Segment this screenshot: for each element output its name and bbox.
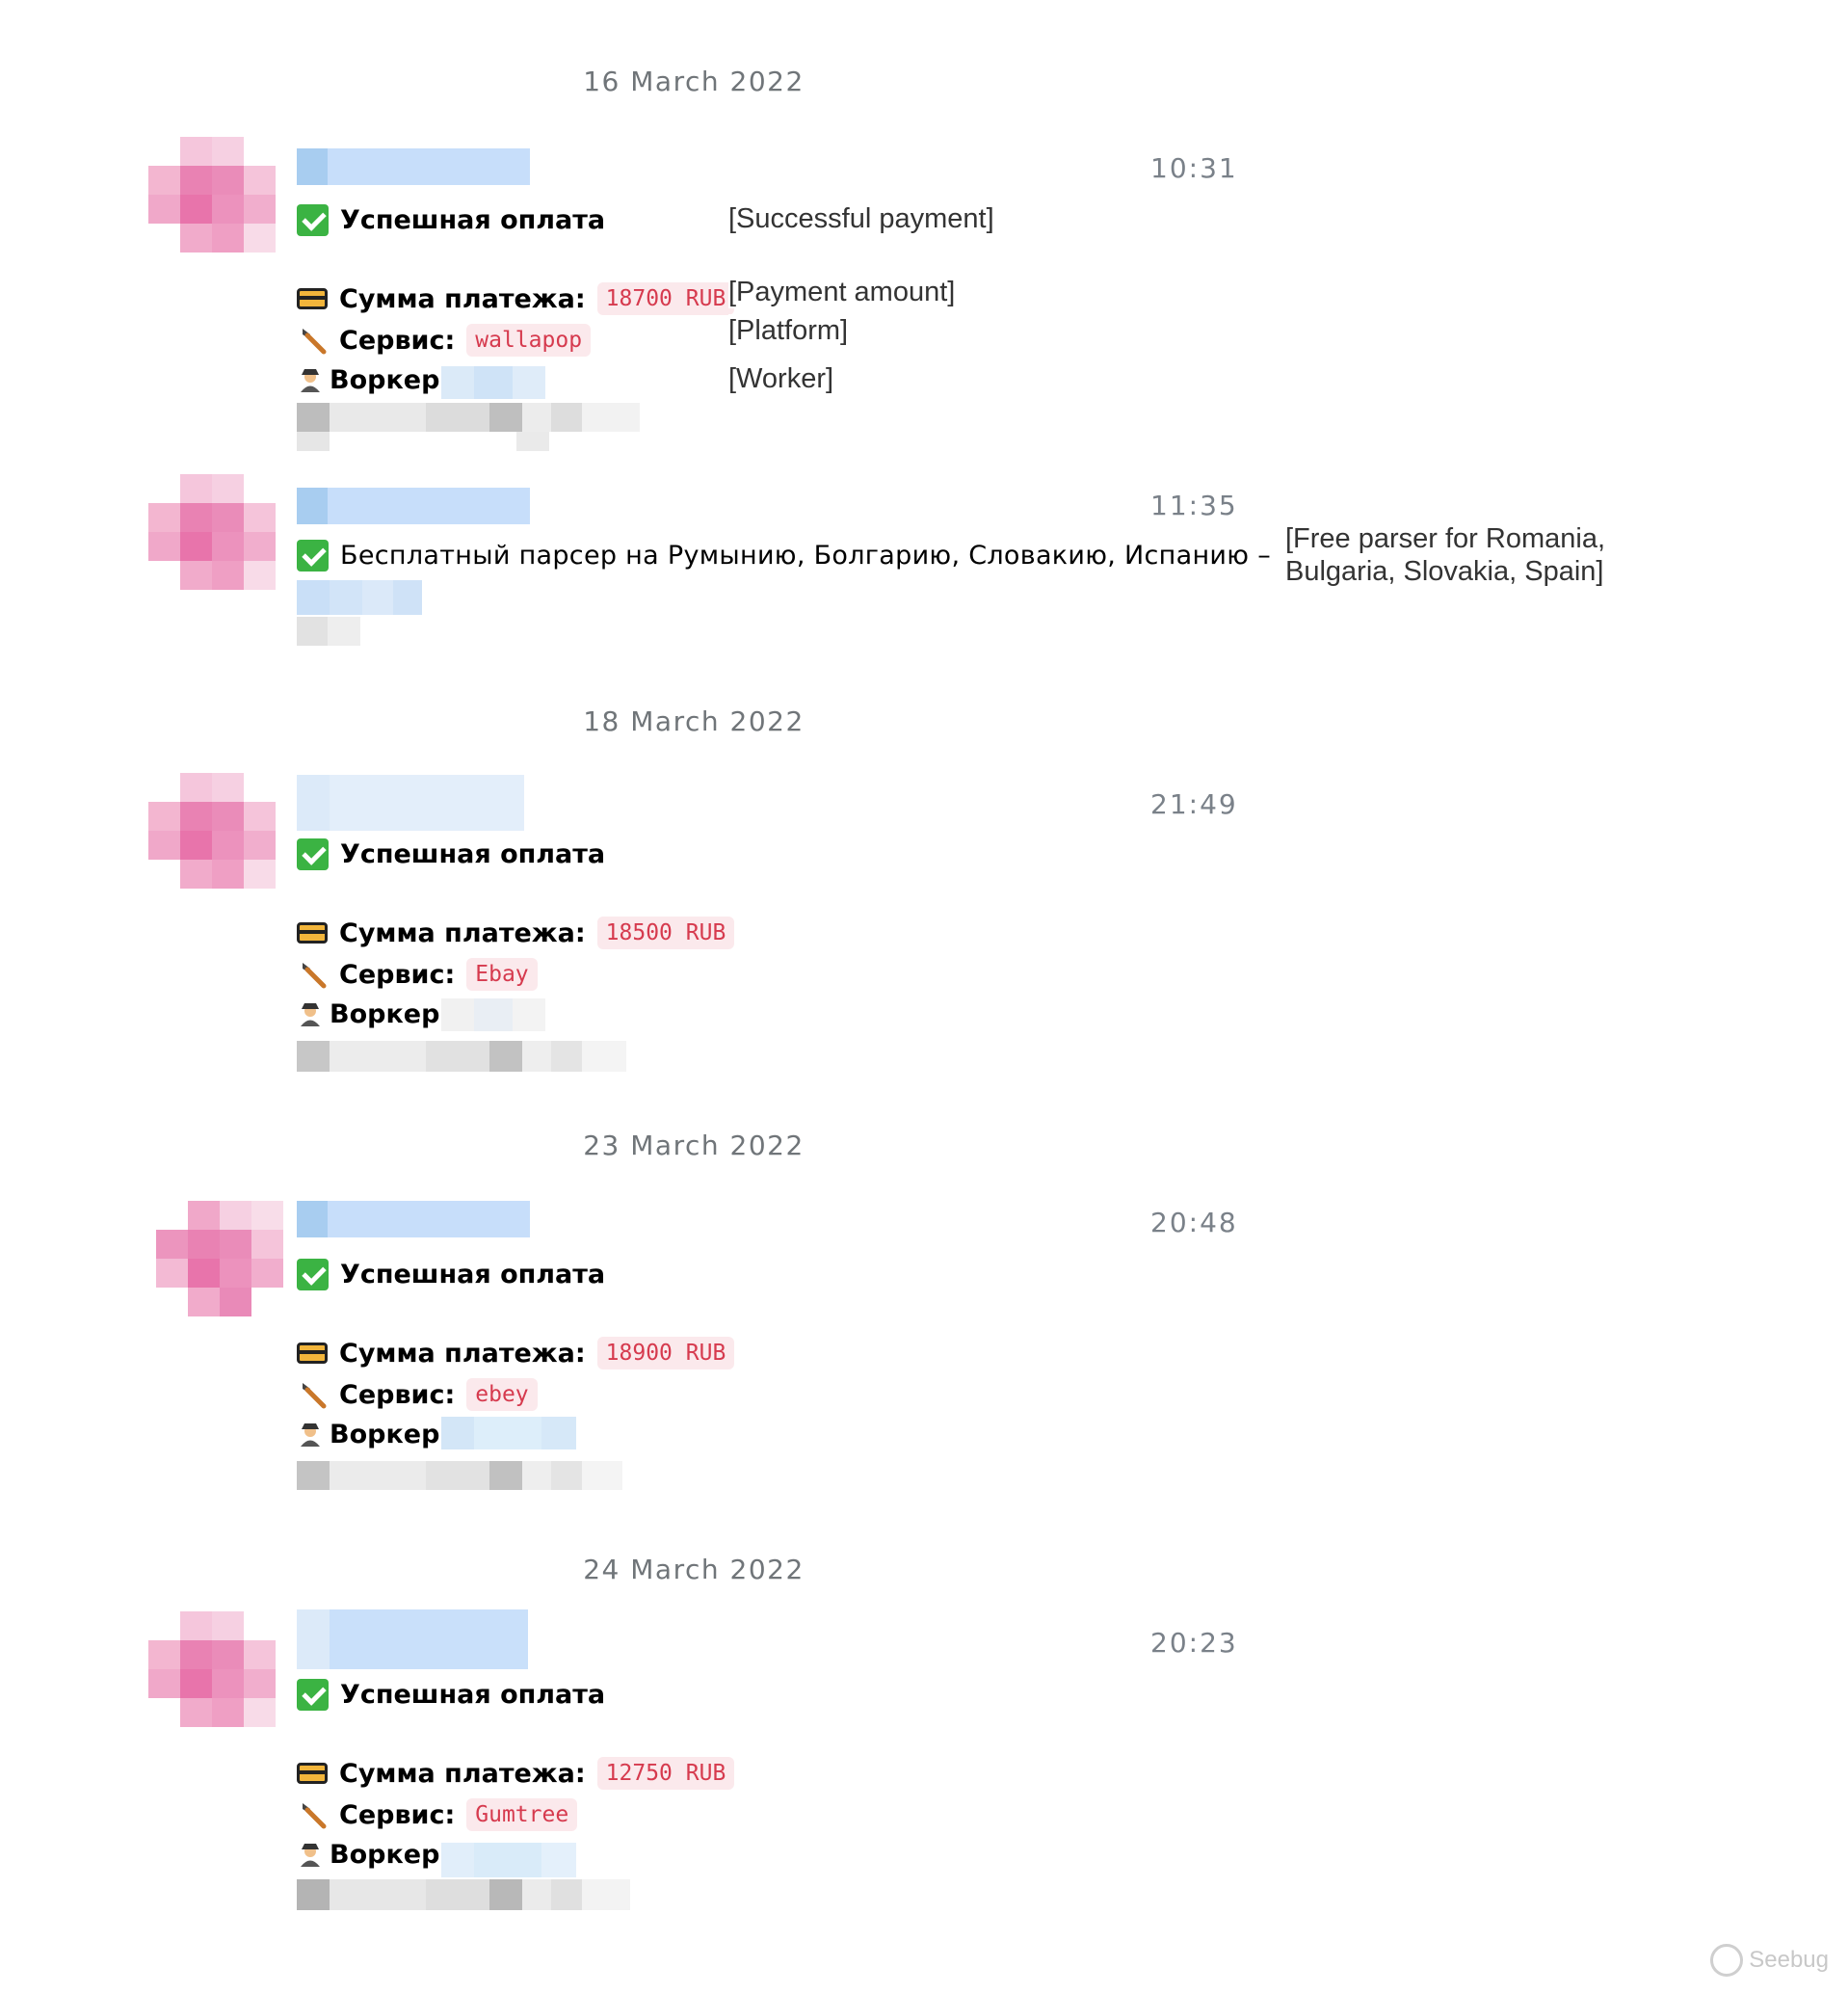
worker-line: Воркер: — [297, 995, 450, 1033]
wrench-icon — [303, 1803, 327, 1829]
amount-line: Сумма платежа: 18900 RUB — [297, 1334, 735, 1372]
detective-icon — [301, 1423, 320, 1447]
wrench-icon — [303, 1383, 327, 1409]
sender-name-redacted[interactable] — [297, 488, 530, 524]
service-line: Сервис: wallapop — [297, 321, 592, 359]
amount-label: Сумма платежа: — [339, 1758, 586, 1789]
amount-label: Сумма платежа: — [339, 917, 586, 948]
worker-line: Воркер: — [297, 360, 450, 399]
service-label: Сервис: — [339, 1379, 456, 1410]
detective-icon — [301, 1844, 320, 1867]
worker-line: Воркер: — [297, 1835, 450, 1874]
service-line: Сервис: Gumtree — [297, 1795, 578, 1834]
watermark-text: Seebug — [1749, 1947, 1829, 1973]
message-text: Бесплатный парсер на Румынию, Болгарию, … — [340, 540, 1271, 571]
status-text: Успешная оплата — [340, 1259, 606, 1289]
service-value[interactable]: Gumtree — [466, 1798, 578, 1831]
worker-label: Воркер: — [330, 1419, 451, 1449]
service-label: Сервис: — [339, 959, 456, 990]
service-label: Сервис: — [339, 325, 456, 356]
annotation-payment-amount: [Payment amount] — [728, 276, 956, 308]
worker-name-redacted[interactable] — [441, 1417, 576, 1449]
annotation-platform: [Platform] — [728, 314, 849, 347]
redacted-text — [297, 432, 549, 451]
watermark: Seebug — [1710, 1944, 1829, 1977]
service-value[interactable]: ebey — [466, 1378, 538, 1411]
redacted-text — [297, 1041, 626, 1072]
amount-value[interactable]: 18500 RUB — [596, 917, 735, 949]
worker-name-redacted[interactable] — [441, 998, 545, 1031]
amount-value[interactable]: 12750 RUB — [596, 1757, 735, 1790]
message-time: 20:48 — [1150, 1207, 1238, 1238]
redacted-text — [297, 1461, 622, 1490]
date-separator: 23 March 2022 — [583, 1130, 805, 1161]
message-text-line: Бесплатный парсер на Румынию, Болгарию, … — [297, 536, 1271, 574]
status-text: Успешная оплата — [340, 1679, 606, 1710]
amount-line: Сумма платежа: 18700 RUB — [297, 279, 735, 318]
sender-avatar[interactable] — [148, 1611, 276, 1727]
service-value[interactable]: Ebay — [466, 958, 538, 991]
wrench-icon — [303, 963, 327, 989]
status-line: Успешная оплата — [297, 835, 605, 873]
worker-name-redacted[interactable] — [441, 366, 545, 399]
detective-icon — [301, 1003, 320, 1026]
amount-line: Сумма платежа: 18500 RUB — [297, 914, 735, 952]
sender-avatar[interactable] — [148, 474, 276, 590]
sender-avatar[interactable] — [156, 1201, 283, 1316]
sender-name-redacted[interactable] — [297, 1609, 528, 1669]
date-separator: 24 March 2022 — [583, 1554, 805, 1585]
worker-label: Воркер: — [330, 998, 451, 1029]
worker-label: Воркер: — [330, 364, 451, 395]
status-text: Успешная оплата — [340, 838, 606, 869]
worker-label: Воркер: — [330, 1839, 451, 1870]
status-text: Успешная оплата — [340, 204, 606, 235]
date-separator: 18 March 2022 — [583, 705, 805, 737]
worker-line: Воркер: — [297, 1415, 450, 1453]
status-line: Успешная оплата — [297, 1255, 605, 1293]
redacted-text — [297, 1879, 630, 1910]
message-time: 11:35 — [1150, 490, 1238, 521]
check-mark-icon — [297, 203, 329, 236]
sender-avatar[interactable] — [148, 773, 276, 889]
sender-avatar[interactable] — [148, 137, 276, 253]
redacted-text — [297, 403, 640, 432]
amount-label: Сумма платежа: — [339, 283, 586, 314]
redacted-link[interactable] — [297, 580, 422, 615]
amount-value[interactable]: 18700 RUB — [596, 282, 735, 315]
credit-card-icon — [297, 288, 328, 309]
message-time: 20:23 — [1150, 1627, 1238, 1659]
status-line: Успешная оплата — [297, 200, 605, 239]
seebug-logo-icon — [1710, 1944, 1744, 1977]
service-line: Сервис: Ebay — [297, 955, 538, 994]
amount-label: Сумма платежа: — [339, 1338, 586, 1369]
sender-name-redacted[interactable] — [297, 148, 530, 185]
annotation-successful-payment: [Successful payment] — [728, 202, 994, 235]
wrench-icon — [303, 329, 327, 355]
redacted-text — [297, 617, 360, 646]
annotation-free-parser: [Free parser for Romania, Bulgaria, Slov… — [1285, 522, 1606, 588]
amount-value[interactable]: 18900 RUB — [596, 1337, 735, 1369]
worker-name-redacted[interactable] — [441, 1843, 576, 1877]
sender-name-redacted[interactable] — [297, 775, 524, 831]
credit-card-icon — [297, 1343, 328, 1364]
service-label: Сервис: — [339, 1799, 456, 1830]
service-line: Сервис: ebey — [297, 1375, 538, 1414]
check-mark-icon — [297, 1678, 329, 1711]
check-mark-icon — [297, 837, 329, 870]
annotation-worker: [Worker] — [728, 362, 834, 395]
annotation-line: [Free parser for Romania, — [1285, 523, 1606, 554]
service-value[interactable]: wallapop — [466, 324, 592, 357]
annotation-line: Bulgaria, Slovakia, Spain] — [1285, 556, 1604, 587]
amount-line: Сумма платежа: 12750 RUB — [297, 1754, 735, 1793]
check-mark-icon — [297, 539, 329, 572]
check-mark-icon — [297, 1258, 329, 1290]
date-separator: 16 March 2022 — [583, 66, 805, 97]
credit-card-icon — [297, 1763, 328, 1784]
message-time: 10:31 — [1150, 152, 1238, 184]
credit-card-icon — [297, 922, 328, 944]
sender-name-redacted[interactable] — [297, 1201, 530, 1237]
status-line: Успешная оплата — [297, 1675, 605, 1714]
detective-icon — [301, 369, 320, 392]
message-time: 21:49 — [1150, 788, 1238, 820]
